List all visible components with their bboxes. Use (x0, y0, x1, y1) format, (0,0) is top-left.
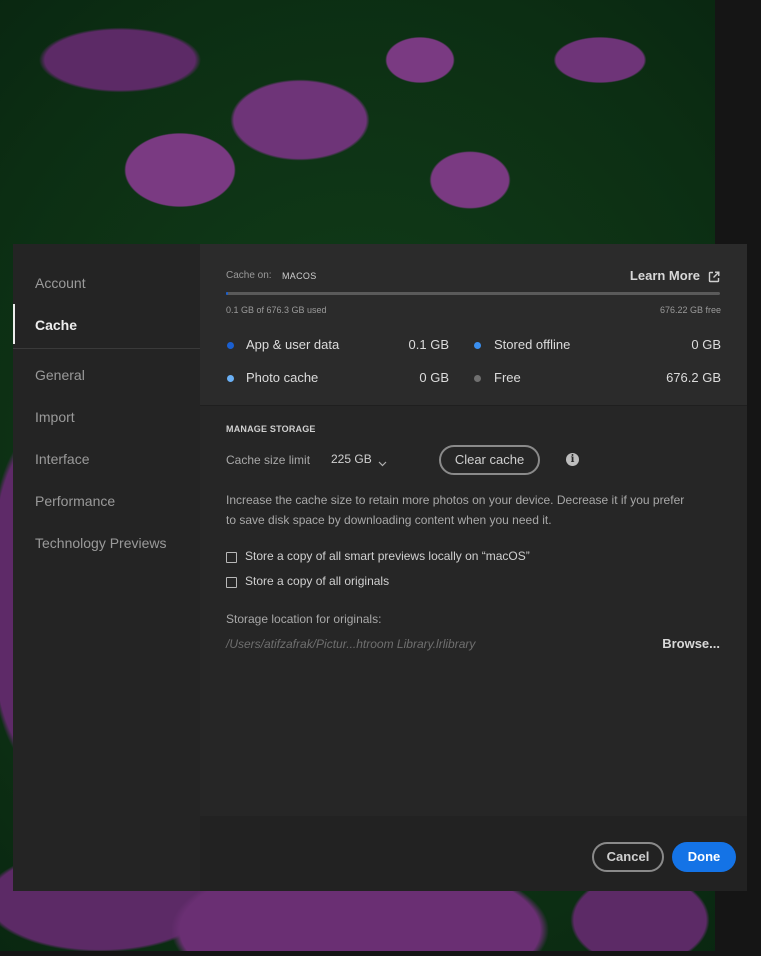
app-user-data-label: App & user data (246, 337, 340, 352)
cache-size-description-line1: Increase the cache size to retain more p… (226, 493, 685, 507)
cache-used-text: 0.1 GB of 676.3 GB used (226, 305, 327, 315)
manage-storage-section: MANAGE STORAGE Cache size limit 225 GB C… (200, 406, 747, 816)
cache-size-limit-label: Cache size limit (226, 453, 311, 467)
sidebar-divider (13, 348, 200, 349)
external-link-icon (708, 270, 720, 282)
smart-previews-checkbox-label[interactable]: Store a copy of all smart previews local… (245, 549, 530, 563)
free-space-value: 676.2 GB (666, 370, 721, 385)
dialog-footer: Cancel Done (200, 816, 747, 891)
sidebar-item-import[interactable]: Import (35, 409, 75, 425)
smart-previews-checkbox[interactable] (226, 552, 237, 563)
storage-location-path: /Users/atifzafrak/Pictur...htroom Librar… (226, 637, 476, 651)
originals-checkbox[interactable] (226, 577, 237, 588)
cache-usage-fill (226, 292, 229, 295)
app-user-data-dot (227, 342, 234, 349)
active-indicator (13, 304, 15, 344)
sidebar-item-account[interactable]: Account (35, 275, 86, 291)
cache-usage-panel: Cache on: MACOS Learn More 0.1 GB of 676… (200, 244, 747, 406)
storage-location-label: Storage location for originals: (226, 612, 382, 626)
manage-storage-heading: MANAGE STORAGE (226, 424, 316, 434)
chevron-down-icon (378, 455, 387, 466)
free-space-label: Free (494, 370, 521, 385)
cache-free-text: 676.22 GB free (659, 305, 721, 315)
cache-settings: Cache on: MACOS Learn More 0.1 GB of 676… (200, 244, 747, 891)
cache-on-volume: MACOS (282, 271, 317, 281)
photo-cache-dot (227, 375, 234, 382)
originals-checkbox-label[interactable]: Store a copy of all originals (245, 574, 389, 588)
free-space-dot (474, 375, 481, 382)
background-edge-bottom (0, 951, 761, 956)
cache-on-label: Cache on: (226, 270, 272, 281)
info-icon[interactable]: i (566, 453, 579, 466)
learn-more-link[interactable]: Learn More (630, 268, 720, 283)
app-user-data-value: 0.1 GB (408, 337, 449, 352)
stored-offline-label: Stored offline (494, 337, 571, 352)
sidebar-item-general[interactable]: General (35, 367, 85, 383)
photo-cache-label: Photo cache (246, 370, 319, 385)
sidebar-item-performance[interactable]: Performance (35, 493, 115, 509)
done-button[interactable]: Done (672, 842, 736, 872)
sidebar-item-interface[interactable]: Interface (35, 451, 89, 467)
cancel-button[interactable]: Cancel (592, 842, 664, 872)
cache-usage-bar (226, 292, 720, 295)
cache-size-limit-dropdown[interactable]: 225 GB (331, 452, 387, 466)
stored-offline-value: 0 GB (691, 337, 721, 352)
browse-button[interactable]: Browse... (662, 636, 720, 651)
photo-cache-value: 0 GB (419, 370, 449, 385)
sidebar-item-technology-previews[interactable]: Technology Previews (35, 535, 167, 551)
preferences-sidebar: Account Cache General Import Interface P… (13, 244, 200, 891)
clear-cache-button[interactable]: Clear cache (439, 445, 540, 475)
learn-more-label: Learn More (629, 268, 700, 283)
cache-size-description-line2: to save disk space by downloading conten… (226, 513, 552, 527)
cache-size-limit-value: 225 GB (331, 452, 372, 466)
sidebar-item-cache[interactable]: Cache (35, 317, 77, 333)
stored-offline-dot (474, 342, 481, 349)
preferences-dialog: Account Cache General Import Interface P… (13, 244, 747, 891)
